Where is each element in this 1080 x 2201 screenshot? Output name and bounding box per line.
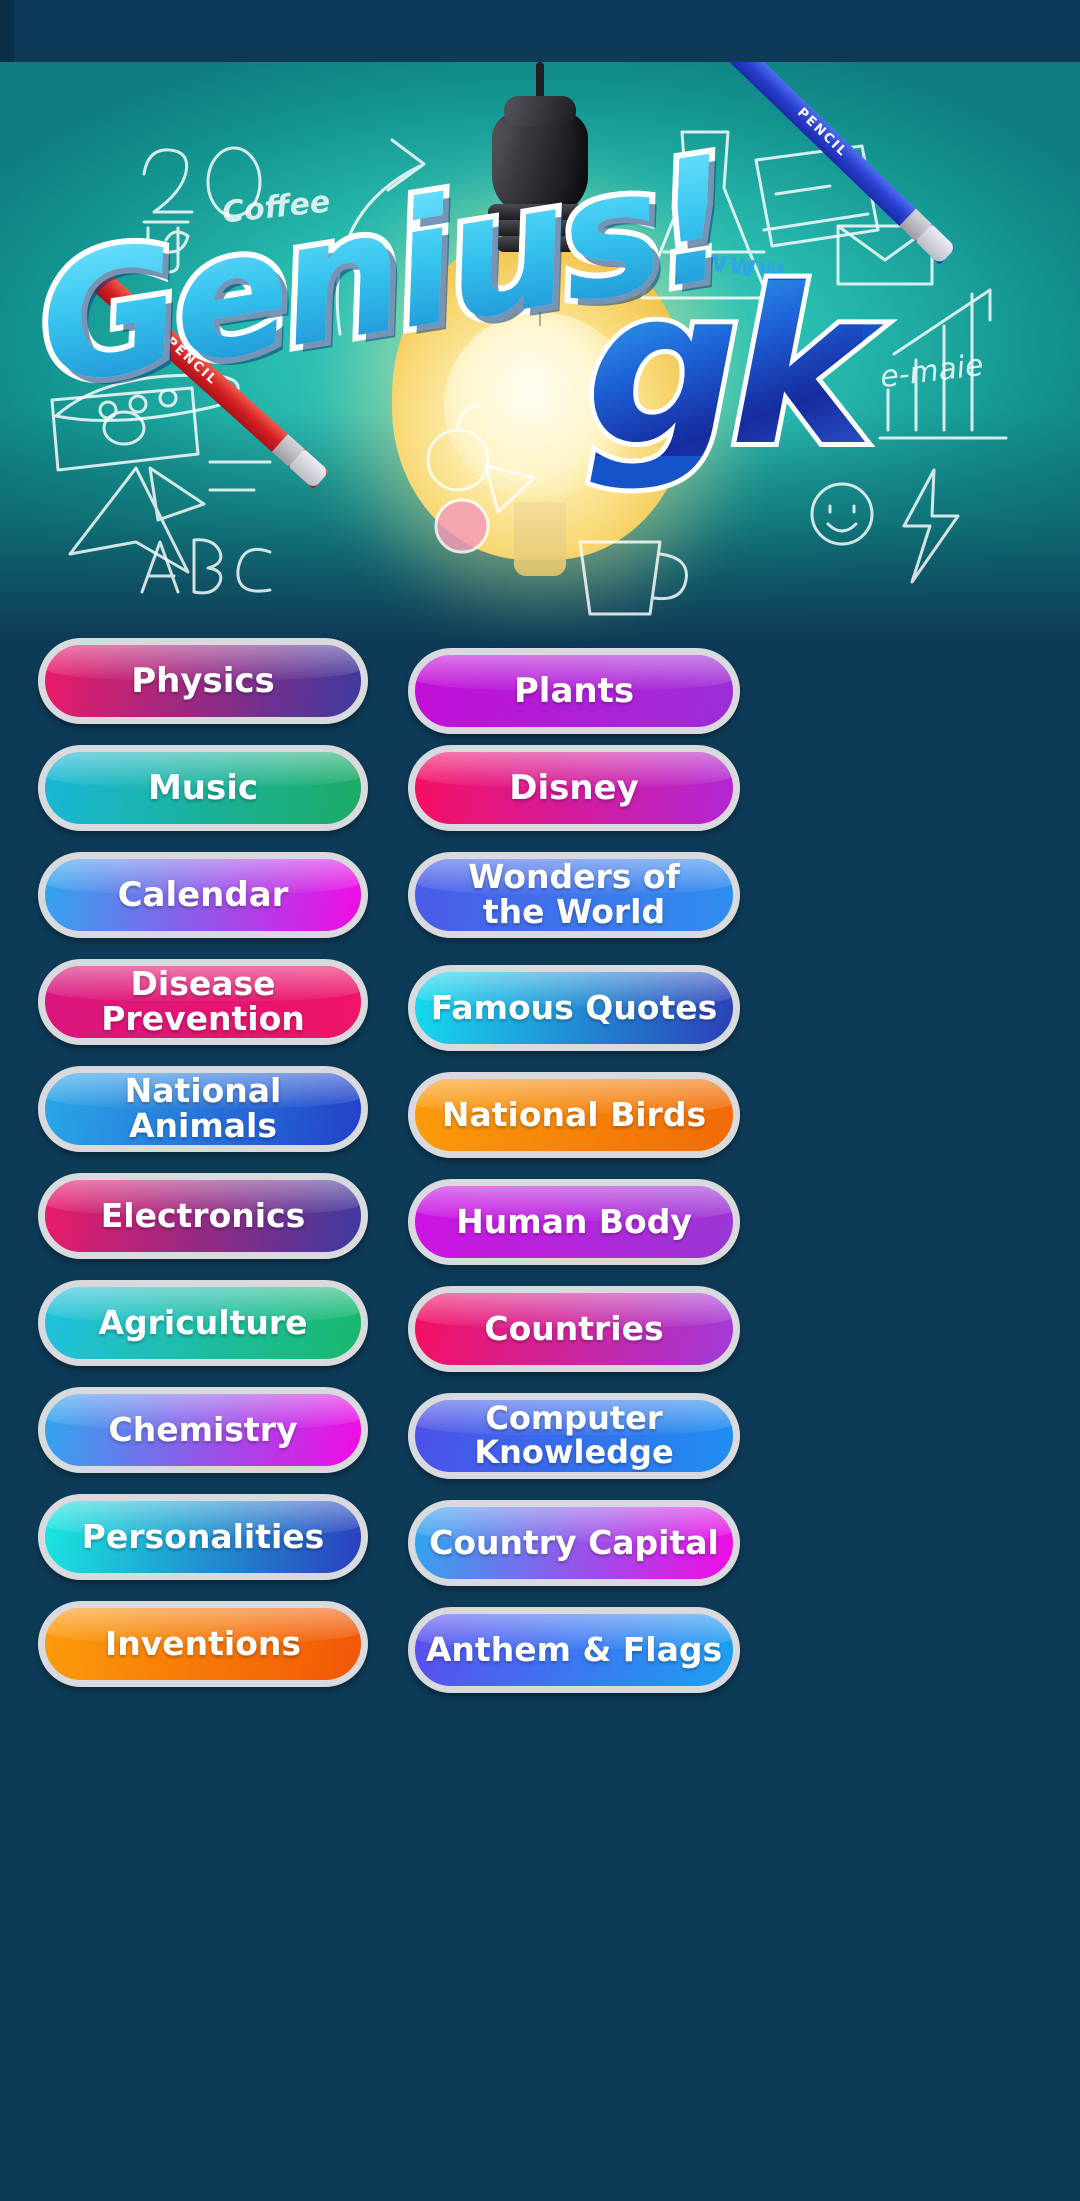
category-button-music[interactable]: Music (38, 745, 368, 831)
category-row: Chemistry Computer Knowledge (0, 1379, 1080, 1486)
category-button-label: Countries (484, 1308, 664, 1348)
category-button-inventions[interactable]: Inventions (38, 1601, 368, 1687)
category-row: Music Disney (0, 737, 1080, 844)
category-button-label: Disease Prevention (101, 964, 305, 1038)
doodle-email-text: e-maie (878, 347, 986, 396)
category-button-chemistry[interactable]: Chemistry (38, 1387, 368, 1473)
category-button-national-birds[interactable]: National Birds (408, 1072, 740, 1158)
category-button-plants[interactable]: Plants (408, 648, 740, 734)
status-bar-notch (0, 0, 14, 62)
blue-pencil-icon: PENCIL (723, 62, 957, 265)
app-screen: Coffee www e-maie (0, 0, 1080, 2201)
doodle-bar-chart-icon (878, 288, 1008, 440)
category-button-label: Famous Quotes (430, 987, 718, 1027)
category-button-label: Anthem & Flags (425, 1629, 723, 1669)
category-row: Inventions Anthem & Flags (0, 1593, 1080, 1700)
category-button-label: Physics (131, 660, 275, 701)
category-button-label: Inventions (104, 1623, 302, 1663)
logo-gk-fill: gk (586, 242, 873, 493)
category-row: Physics Plants (0, 630, 1080, 737)
category-row: Calendar Wonders of the World (0, 844, 1080, 951)
category-button-anthem-flags[interactable]: Anthem & Flags (408, 1607, 740, 1693)
category-row: Personalities Country Capital (0, 1486, 1080, 1593)
logo-gk: gk gk (581, 242, 878, 493)
category-button-wonders-of-the-world[interactable]: Wonders of the World (408, 852, 740, 938)
category-button-label: Agriculture (98, 1302, 308, 1342)
category-button-label: Human Body (456, 1201, 692, 1241)
category-button-label: Music (147, 767, 259, 808)
category-button-label: Disney (509, 767, 639, 808)
category-row: Electronics Human Body (0, 1165, 1080, 1272)
category-button-countries[interactable]: Countries (408, 1286, 740, 1372)
hero-banner: Coffee www e-maie (0, 62, 1080, 642)
category-button-label: Plants (513, 670, 635, 711)
category-button-label: Personalities (81, 1516, 325, 1556)
category-button-label: Chemistry (108, 1409, 298, 1449)
category-button-personalities[interactable]: Personalities (38, 1494, 368, 1580)
category-row: Agriculture Countries (0, 1272, 1080, 1379)
category-button-calendar[interactable]: Calendar (38, 852, 368, 938)
category-button-label: Wonders of the World (468, 857, 680, 931)
category-button-label: National Animals (124, 1071, 282, 1145)
bulb-neck-icon (514, 502, 566, 576)
category-button-disease-prevention[interactable]: Disease Prevention (38, 959, 368, 1045)
category-button-human-body[interactable]: Human Body (408, 1179, 740, 1265)
category-button-label: Electronics (100, 1195, 306, 1235)
category-button-computer-knowledge[interactable]: Computer Knowledge (408, 1393, 740, 1479)
category-button-label: Country Capital (429, 1522, 719, 1562)
category-button-national-animals[interactable]: National Animals (38, 1066, 368, 1152)
category-button-country-capital[interactable]: Country Capital (408, 1500, 740, 1586)
category-button-label: National Birds (441, 1094, 707, 1134)
category-button-physics[interactable]: Physics (38, 638, 368, 724)
category-button-label: Calendar (117, 874, 289, 915)
category-button-electronics[interactable]: Electronics (38, 1173, 368, 1259)
category-menu: Physics Plants Music Disney Calendar Wonders … (0, 630, 1080, 1700)
category-row: National Animals National Birds (0, 1058, 1080, 1165)
doodle-lightning-icon (902, 468, 960, 584)
category-button-label: Computer Knowledge (474, 1399, 674, 1471)
status-bar (0, 0, 1080, 62)
category-row: Disease Prevention Famous Quotes (0, 951, 1080, 1058)
category-button-famous-quotes[interactable]: Famous Quotes (408, 965, 740, 1051)
category-button-agriculture[interactable]: Agriculture (38, 1280, 368, 1366)
category-button-disney[interactable]: Disney (408, 745, 740, 831)
